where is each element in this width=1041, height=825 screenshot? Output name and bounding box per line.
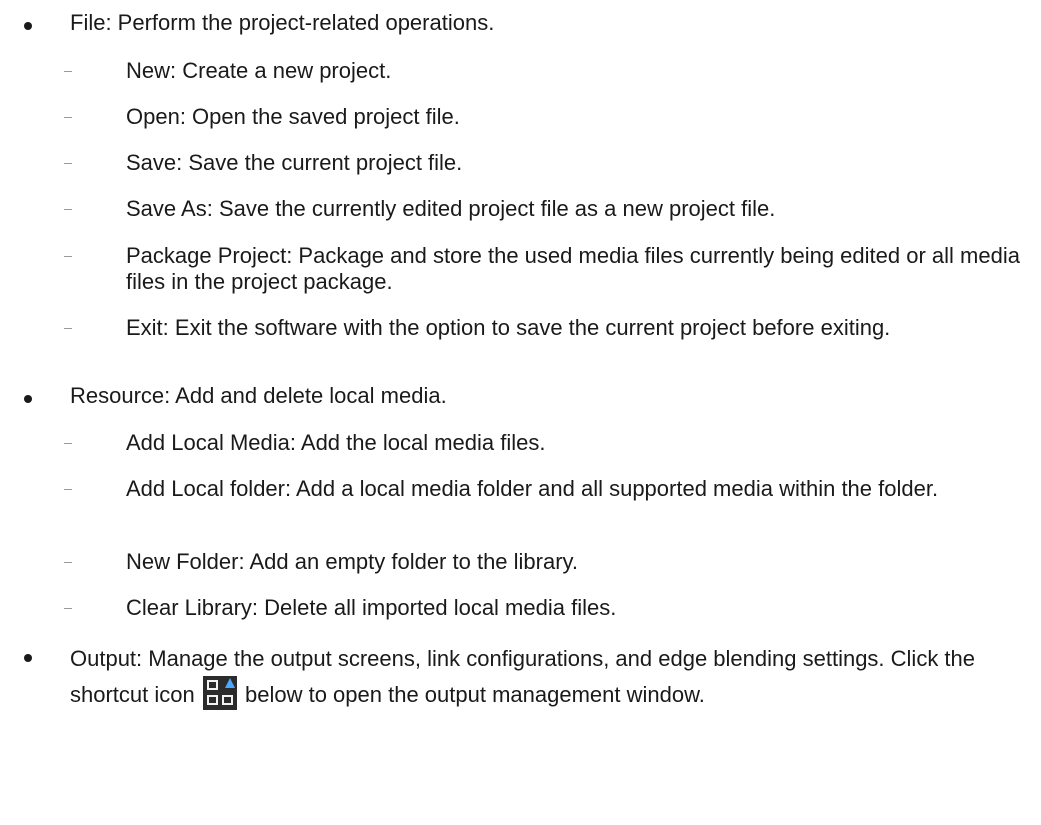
sub-item-new-folder: New Folder: Add an empty folder to the l…: [126, 549, 579, 574]
sub-item-save-as: Save As: Save the currently edited proje…: [126, 196, 776, 221]
output-management-icon: [202, 676, 237, 710]
item-output: Output: Manage the output screens, link …: [70, 642, 1010, 712]
dash: [64, 256, 72, 257]
item-file: File: Perform the project-related operat…: [70, 10, 495, 35]
sub-item-save: Save: Save the current project file.: [126, 150, 463, 175]
dash: [64, 117, 72, 118]
sub-item-open: Open: Open the saved project file.: [126, 104, 460, 129]
dash: [64, 608, 72, 609]
sub-item-package-project: Package Project: Package and store the u…: [126, 243, 1020, 294]
dash: [64, 328, 72, 329]
document-page: File: Perform the project-related operat…: [0, 0, 1041, 825]
dash: [64, 209, 72, 210]
dash: [64, 443, 72, 444]
output-text-after: below to open the output management wind…: [244, 682, 705, 707]
bullet-resource: [24, 395, 32, 403]
dash: [64, 163, 72, 164]
bullet-output: [24, 654, 32, 662]
bullet-file: [24, 22, 32, 30]
dash: [64, 71, 72, 72]
item-resource: Resource: Add and delete local media.: [70, 383, 447, 408]
sub-item-exit: Exit: Exit the software with the option …: [126, 315, 891, 340]
dash: [64, 562, 72, 563]
dash: [64, 489, 72, 490]
sub-item-add-local-folder: Add Local folder: Add a local media fold…: [126, 476, 939, 501]
sub-item-add-local-media: Add Local Media: Add the local media fil…: [126, 430, 546, 455]
sub-item-clear-library: Clear Library: Delete all imported local…: [126, 595, 617, 620]
sub-item-new: New: Create a new project.: [126, 58, 392, 83]
